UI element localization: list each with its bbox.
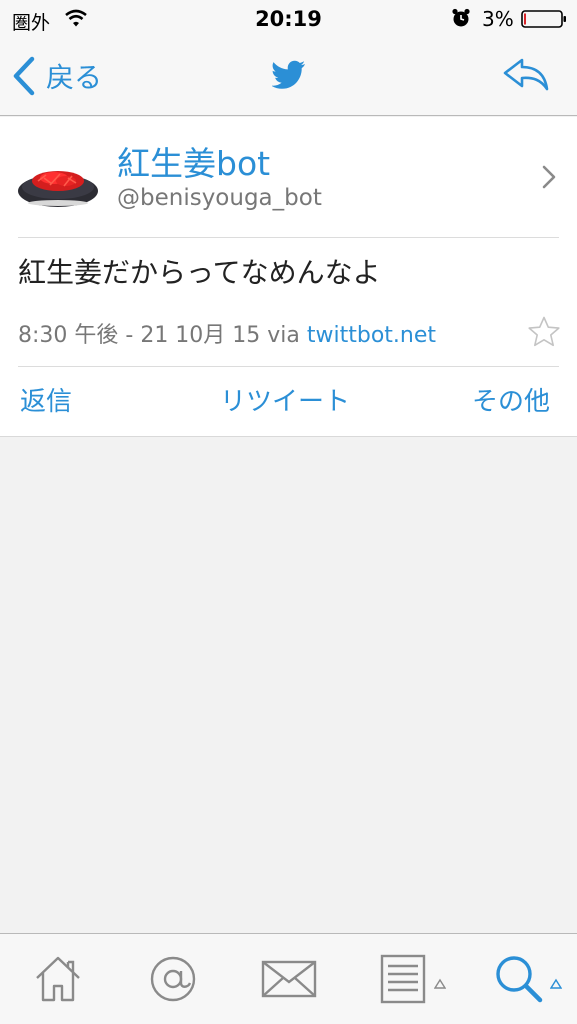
- status-bar: 圏外 20:19 3%: [0, 0, 577, 40]
- star-icon[interactable]: [527, 315, 561, 349]
- divider: [18, 237, 559, 238]
- user-profile-row[interactable]: 紅生姜bot @benisyouga_bot: [0, 117, 577, 237]
- user-display-name: 紅生姜bot: [117, 144, 271, 183]
- avatar[interactable]: [16, 141, 100, 225]
- tweet-actions: 返信 リツイート その他: [0, 367, 577, 437]
- search-icon: [496, 956, 543, 1003]
- battery-icon: [521, 10, 566, 28]
- tab-bar: [0, 933, 577, 1024]
- chevron-right-icon: [542, 165, 556, 189]
- triangle-up-icon: [550, 978, 562, 989]
- triangle-up-icon: [434, 978, 446, 989]
- back-chevron-icon: [13, 56, 35, 96]
- reply-icon[interactable]: [502, 56, 550, 92]
- navigation-bar: 戻る: [0, 40, 577, 116]
- user-handle: @benisyouga_bot: [117, 185, 322, 211]
- messages-icon: [261, 960, 317, 998]
- tweet-meta: 8:30 午後 - 21 10月 15 via twittbot.net: [18, 317, 436, 349]
- battery-percentage: 3%: [482, 7, 514, 31]
- tweet-text: 紅生姜だからってなめんなよ: [18, 256, 381, 289]
- reply-button[interactable]: 返信: [20, 381, 72, 418]
- home-icon: [36, 956, 80, 1002]
- lists-icon: [380, 954, 426, 1004]
- twitter-bird-icon: [272, 60, 305, 89]
- tab-messages[interactable]: [248, 934, 332, 1024]
- via-link[interactable]: twittbot.net: [307, 323, 436, 348]
- alarm-icon: [452, 8, 470, 27]
- more-button[interactable]: その他: [472, 381, 550, 418]
- tweet-timestamp: 8:30 午後 - 21 10月 15 via: [18, 323, 307, 348]
- retweet-button[interactable]: リツイート: [220, 381, 350, 418]
- tab-lists[interactable]: [370, 934, 454, 1024]
- avatar-image: [16, 141, 100, 225]
- mentions-icon: [150, 956, 196, 1002]
- tab-mentions[interactable]: [134, 934, 214, 1024]
- back-label: 戻る: [46, 61, 103, 94]
- tab-home[interactable]: [20, 934, 100, 1024]
- back-button[interactable]: 戻る: [12, 56, 102, 96]
- tab-search[interactable]: [486, 934, 570, 1024]
- tweet-detail-card: 紅生姜bot @benisyouga_bot 紅生姜だからってなめんなよ 8:3…: [0, 117, 577, 437]
